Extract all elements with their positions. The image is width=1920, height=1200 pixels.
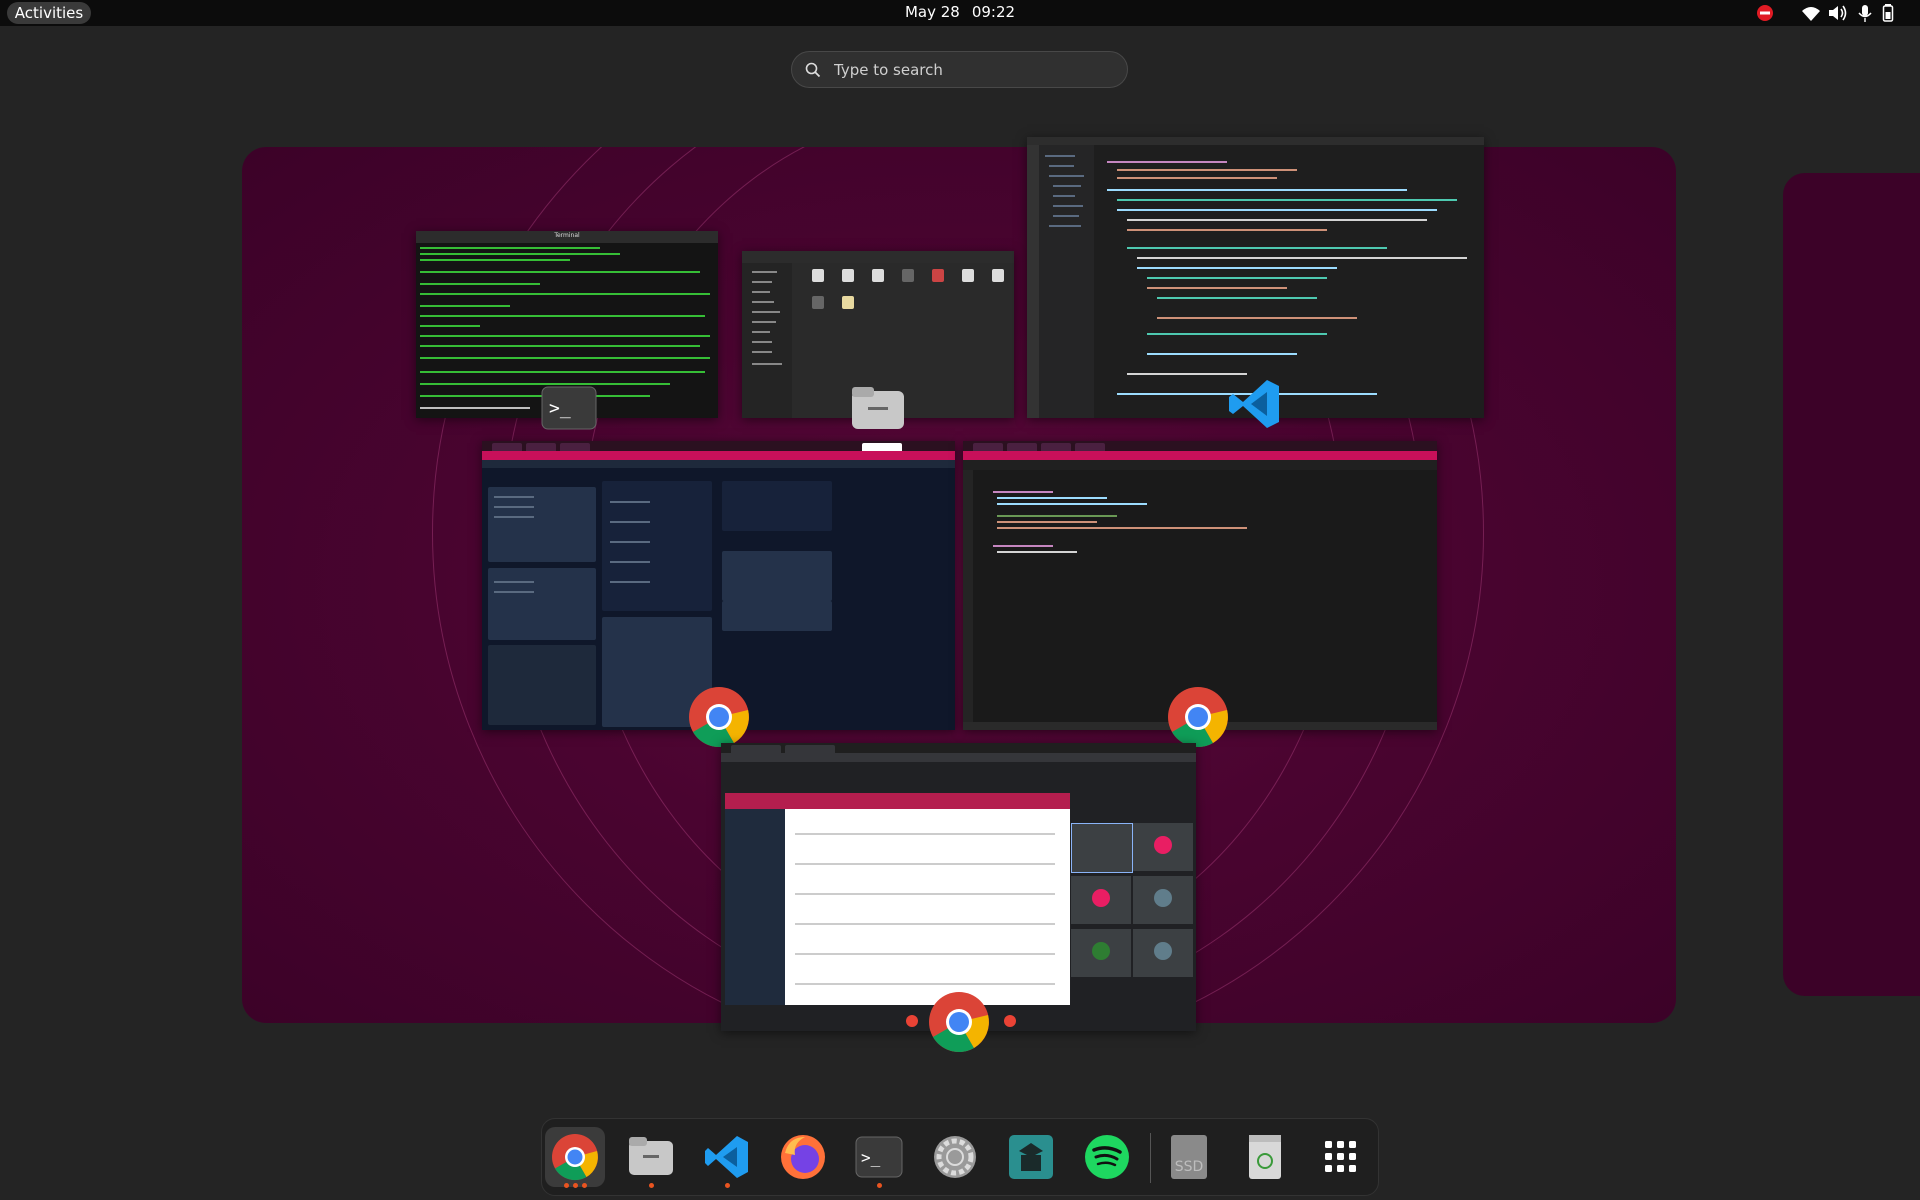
dock-item-vscode[interactable] bbox=[697, 1127, 757, 1188]
files-icon bbox=[629, 1137, 673, 1175]
window-title: Terminal bbox=[554, 232, 580, 239]
terminal-icon: >_ bbox=[855, 1136, 903, 1178]
software-store-icon bbox=[1009, 1135, 1053, 1179]
terminal-icon: >_ bbox=[541, 386, 597, 434]
do-not-disturb-icon[interactable] bbox=[1755, 3, 1775, 23]
search-box[interactable] bbox=[791, 51, 1128, 88]
spotify-icon bbox=[1085, 1135, 1129, 1179]
next-workspace-thumbnail[interactable] bbox=[1783, 173, 1920, 996]
search-icon bbox=[805, 62, 821, 78]
vscode-icon bbox=[1227, 376, 1283, 436]
chrome-icon bbox=[552, 1134, 598, 1181]
dock-item-software[interactable] bbox=[1001, 1127, 1061, 1187]
date-label: May 28 bbox=[904, 3, 960, 21]
dock-item-chrome[interactable] bbox=[545, 1127, 605, 1188]
dock-item-terminal[interactable]: >_ bbox=[849, 1127, 909, 1188]
top-bar: Activities May 28 09:22 bbox=[0, 0, 1920, 26]
files-titlebar bbox=[742, 251, 1014, 263]
chrome-icon bbox=[928, 991, 990, 1057]
terminal-titlebar: Terminal bbox=[416, 231, 718, 243]
time-label: 09:22 bbox=[971, 3, 1016, 21]
settings-gear-icon bbox=[934, 1136, 976, 1178]
vscode-icon bbox=[705, 1136, 748, 1178]
firefox-icon bbox=[781, 1135, 825, 1179]
dock-item-spotify[interactable] bbox=[1077, 1127, 1137, 1187]
vscode-titlebar bbox=[1027, 137, 1484, 145]
chrome-window-3[interactable] bbox=[721, 743, 1196, 1031]
dock-item-files[interactable] bbox=[621, 1127, 681, 1188]
svg-text:>_: >_ bbox=[861, 1148, 881, 1167]
dock-separator bbox=[1150, 1133, 1151, 1183]
files-sidebar bbox=[742, 263, 792, 418]
ssd-label: SSD bbox=[1174, 1159, 1204, 1175]
svg-text:>_: >_ bbox=[549, 398, 571, 419]
volume-icon[interactable] bbox=[1827, 3, 1849, 23]
dock-item-settings[interactable] bbox=[925, 1127, 985, 1187]
trash-icon bbox=[1249, 1135, 1281, 1179]
dock-item-show-applications[interactable] bbox=[1311, 1127, 1371, 1187]
clock[interactable]: May 28 09:22 bbox=[0, 3, 1920, 21]
search-input[interactable] bbox=[832, 58, 1116, 82]
dock-item-ssd[interactable]: SSD bbox=[1159, 1127, 1219, 1187]
app-grid-icon bbox=[1325, 1141, 1356, 1172]
microphone-icon[interactable] bbox=[1855, 3, 1875, 23]
dock-item-trash[interactable] bbox=[1235, 1127, 1295, 1187]
dock: >_ SSD bbox=[541, 1118, 1379, 1196]
files-icon bbox=[850, 385, 906, 435]
dock-item-firefox[interactable] bbox=[773, 1127, 833, 1187]
battery-icon[interactable] bbox=[1882, 3, 1896, 23]
wifi-icon[interactable] bbox=[1800, 3, 1822, 23]
